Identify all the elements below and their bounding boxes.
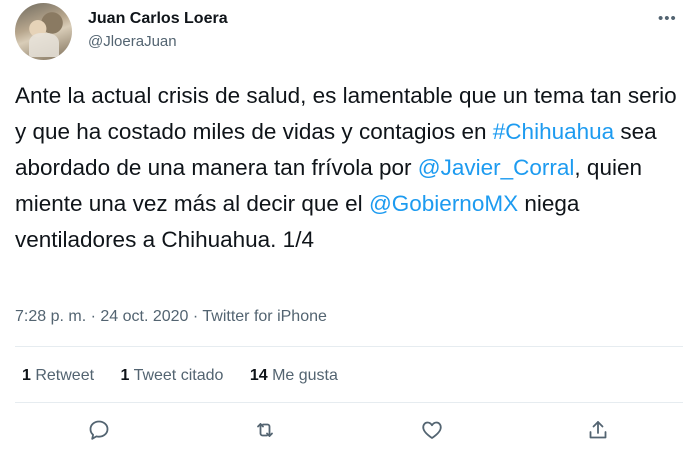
author-name[interactable]: Juan Carlos Loera <box>88 10 228 28</box>
engagement-stats: 1 Retweet 1 Tweet citado 14 Me gusta <box>22 367 360 385</box>
likes-count: 14 <box>249 367 268 384</box>
likes-stat[interactable]: 14 Me gusta <box>250 367 338 385</box>
separator: · <box>188 308 203 325</box>
avatar[interactable] <box>15 3 72 60</box>
more-icon[interactable]: ••• <box>658 10 677 27</box>
mention-link[interactable]: @Javier_Corral <box>418 155 575 180</box>
author-handle[interactable]: @JloeraJuan <box>88 33 177 50</box>
divider <box>15 346 683 347</box>
quotes-stat[interactable]: 1 Tweet citado <box>121 367 224 385</box>
separator: · <box>86 308 101 325</box>
retweet-icon[interactable] <box>253 418 279 444</box>
likes-label: Me gusta <box>267 367 338 384</box>
like-icon[interactable] <box>420 418 446 444</box>
tweet-time[interactable]: 7:28 p. m. <box>15 308 86 325</box>
mention-link[interactable]: @GobiernoMX <box>369 191 518 216</box>
retweets-label: Retweet <box>30 367 95 384</box>
tweet-source[interactable]: Twitter for iPhone <box>202 308 327 325</box>
tweet-meta: 7:28 p. m. · 24 oct. 2020 · Twitter for … <box>15 308 327 326</box>
tweet-text: Ante la actual crisis de salud, es lamen… <box>15 78 685 258</box>
quotes-label: Tweet citado <box>129 367 224 384</box>
tweet-card: Juan Carlos Loera @JloeraJuan ••• Ante l… <box>0 0 698 450</box>
tweet-date[interactable]: 24 oct. 2020 <box>100 308 188 325</box>
retweets-stat[interactable]: 1 Retweet <box>22 367 94 385</box>
share-icon[interactable] <box>586 418 612 444</box>
reply-icon[interactable] <box>87 418 113 444</box>
hashtag-link[interactable]: #Chihuahua <box>493 119 614 144</box>
retweets-count: 1 <box>22 367 31 384</box>
divider <box>15 402 683 403</box>
action-bar <box>0 418 698 448</box>
